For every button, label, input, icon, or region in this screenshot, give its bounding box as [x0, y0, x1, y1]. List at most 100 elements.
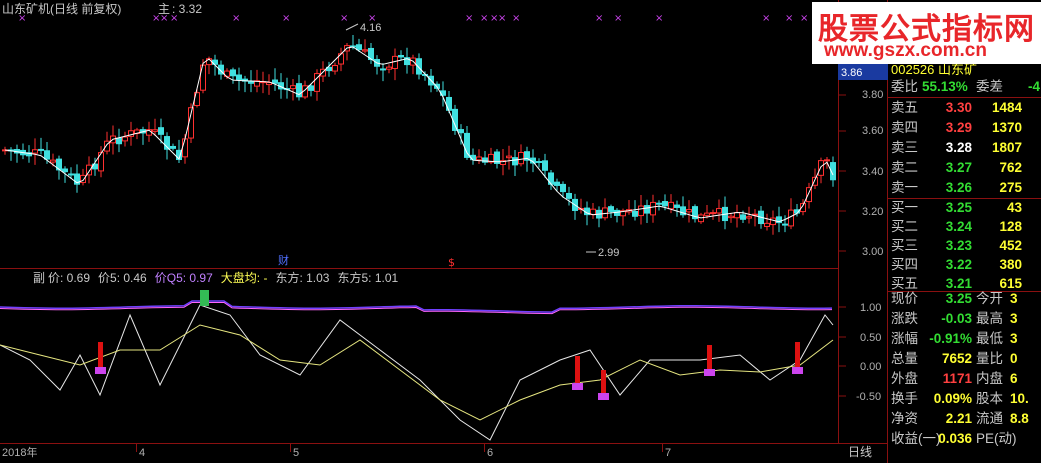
event-marker[interactable]: $ [448, 256, 455, 269]
sub-y-tick: -0.50 [856, 391, 881, 403]
high-pointer [345, 23, 359, 31]
candle-body [818, 160, 824, 176]
ask-row-price: 3.26 [945, 180, 972, 195]
legend-item: 东方: 1.03 [275, 271, 330, 285]
stat-value: 0.036 [938, 431, 972, 446]
candle-body [788, 209, 794, 227]
stat-row: 换手 0.09% 股本 10. [888, 389, 1041, 409]
candle-body [782, 223, 788, 226]
signal-bar [598, 393, 609, 400]
signal-bar [601, 370, 606, 396]
chart-title: 山东矿机(日线 前复权) [2, 2, 122, 16]
stat-label-2: 流通 [976, 411, 1003, 426]
bid-row-price: 3.25 [945, 200, 972, 215]
stat-value-2: 10. [1010, 391, 1029, 406]
signal-x-markers: × × × × × × × × × × × × × × × × × × × [18, 13, 808, 24]
candle-body [668, 201, 674, 210]
stat-value: 3.25 [945, 291, 972, 306]
candle-body [362, 49, 368, 52]
candle-body [476, 156, 482, 161]
bid-row-label: 买一 [891, 200, 918, 215]
current-price-tag-text: 3.86 [841, 67, 862, 79]
signal-bar [704, 369, 715, 376]
signal-bar [98, 342, 103, 370]
candle-body [632, 210, 638, 217]
stat-value-2: 8.8 [1010, 411, 1029, 426]
candle-body [230, 69, 236, 77]
candle-body [158, 127, 164, 135]
stat-label: 涨幅 [891, 331, 918, 346]
stat-value: 0.09% [933, 391, 972, 406]
period-button[interactable]: 日线 [848, 445, 872, 459]
candle-body [662, 201, 668, 207]
chart-canvas[interactable]: × × × × × × × × × × × × × × × × × × × 4.16 2.99 财 $ 3.80 3… [0, 0, 1041, 463]
x-marker: × [282, 13, 290, 24]
candle-body [512, 157, 518, 166]
candle-body [518, 151, 524, 165]
stat-value-2: 3 [1010, 331, 1018, 346]
stat-value-2: 6 [1010, 371, 1018, 386]
candle-body [272, 79, 278, 84]
candle-body [566, 192, 572, 199]
candle-body [656, 202, 662, 205]
dongfang-line [0, 300, 833, 313]
candle-body [608, 206, 614, 212]
ask-row-label: 卖五 [891, 100, 918, 115]
candle-body [740, 214, 746, 220]
candle-body [236, 74, 242, 81]
finance-marker[interactable]: 财 [278, 253, 289, 267]
ask-row-label: 卖四 [891, 120, 918, 135]
ask-row-price: 3.28 [945, 140, 972, 155]
candle-body [686, 209, 692, 213]
candle-body [38, 148, 44, 151]
candle-body [650, 201, 656, 216]
stat-row: 现价 3.25 今开 3 [888, 289, 1041, 309]
x-marker: × [232, 13, 240, 24]
ask-row-label: 卖三 [891, 140, 918, 155]
stat-label-2: 内盘 [976, 371, 1003, 386]
x-marker: × [480, 13, 488, 24]
stat-row: 外盘 1171 内盘 6 [888, 369, 1041, 389]
ask-row-label: 卖二 [891, 160, 918, 175]
bid-row-label: 买四 [891, 257, 918, 272]
legend-item: 大盘均: - [220, 271, 268, 285]
sub-chart-legend: 价: 0.69 价5: 0.46 价Q5: 0.97 大盘均: - 东方: 1.03 东方… [48, 271, 406, 285]
stat-value: 1171 [942, 371, 972, 386]
bid-row-price: 3.24 [945, 219, 972, 234]
y-tick: 3.00 [862, 246, 883, 258]
candle-body [182, 138, 188, 158]
stat-label: 净资 [891, 411, 918, 426]
stat-row: 总量 7652 量比 0 [888, 349, 1041, 369]
bid-row-price: 3.22 [945, 257, 972, 272]
ask-row: 卖二 3.27 762 [888, 158, 1041, 178]
wei-bi-value: 55.13% [922, 79, 968, 94]
candle-body [716, 208, 722, 214]
high-price-label: 4.16 [360, 22, 381, 34]
ask-row-volume: 275 [999, 180, 1022, 195]
bid-row-price: 3.23 [945, 238, 972, 253]
candle-body [674, 204, 680, 208]
candle-body [542, 160, 548, 171]
sub-y-tick: 0.50 [860, 332, 881, 344]
candle-body [170, 145, 176, 149]
x-tick-label: 2018年 [2, 445, 37, 459]
stat-value: 7652 [941, 351, 972, 366]
candlestick-series [2, 34, 836, 235]
stat-label-2: 最高 [976, 311, 1003, 326]
ask-row-volume: 762 [999, 160, 1022, 175]
sub-y-tick: 0.00 [860, 361, 881, 373]
candle-body [734, 212, 740, 219]
candle-body [62, 168, 68, 173]
wei-bi-label: 委比 [891, 79, 918, 94]
x-marker: × [595, 13, 603, 24]
candle-body [68, 173, 74, 176]
stat-row: 涨跌 -0.03 最高 3 [888, 309, 1041, 329]
bid-row: 买一 3.25 43 [888, 198, 1041, 218]
candle-body [356, 44, 362, 51]
sub-y-tick: 1.00 [860, 302, 881, 314]
bid-row: 买四 3.22 380 [888, 255, 1041, 275]
ask-row-price: 3.30 [945, 100, 972, 115]
candle-body [380, 68, 386, 71]
stat-row: 涨幅 -0.91% 最低 3 [888, 329, 1041, 349]
ask-row-volume: 1807 [991, 140, 1022, 155]
